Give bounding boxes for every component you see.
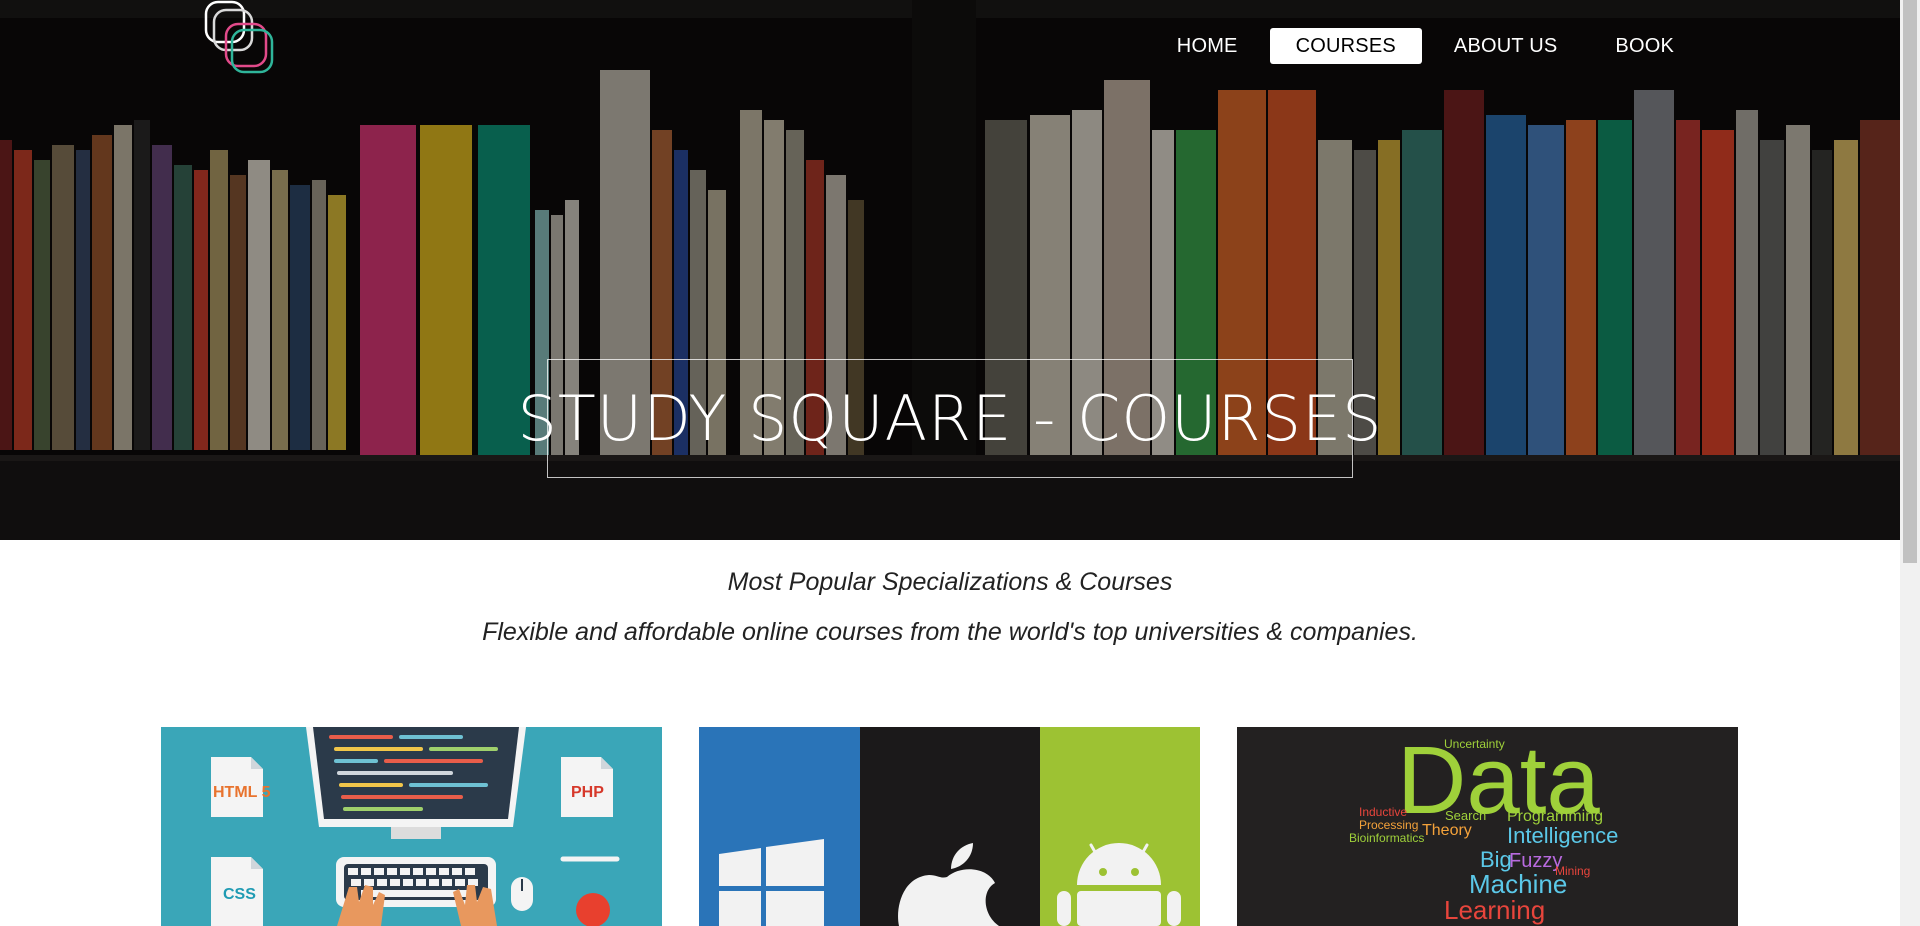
study-square-logo[interactable] bbox=[200, 0, 278, 74]
data-word-cloud-illustration: Data Uncertainty Inductive Processing Bi… bbox=[1237, 727, 1738, 926]
word-inductive: Inductive bbox=[1359, 805, 1407, 819]
css-label: CSS bbox=[223, 886, 256, 903]
html5-label: HTML 5 bbox=[213, 784, 271, 801]
nav-courses[interactable]: COURSES bbox=[1269, 28, 1422, 64]
word-intelligence: Intelligence bbox=[1507, 823, 1618, 848]
web-development-illustration: HTML 5 PHP CSS bbox=[161, 727, 662, 926]
course-card-data-science[interactable]: Data Uncertainty Inductive Processing Bi… bbox=[1237, 727, 1738, 926]
windows-icon bbox=[719, 839, 824, 926]
word-processing: Processing bbox=[1359, 818, 1418, 832]
scrollbar-thumb[interactable] bbox=[1903, 0, 1917, 563]
hero-title: STUDY SQUARE - COURSES bbox=[517, 382, 1383, 455]
platforms-illustration bbox=[699, 727, 1200, 926]
word-theory: Theory bbox=[1422, 822, 1472, 839]
nav-about-us[interactable]: ABOUT US bbox=[1428, 28, 1583, 64]
nav-home[interactable]: HOME bbox=[1151, 28, 1264, 64]
word-bioinformatics: Bioinformatics bbox=[1349, 831, 1424, 845]
main-nav: HOME COURSES ABOUT US BOOK bbox=[1145, 28, 1700, 64]
intro-heading: Most Popular Specializations & Courses bbox=[727, 568, 1173, 596]
intro-subheading: Flexible and affordable online courses f… bbox=[482, 618, 1418, 646]
nav-book[interactable]: BOOK bbox=[1589, 28, 1700, 64]
word-search: Search bbox=[1445, 808, 1486, 823]
word-uncertainty: Uncertainty bbox=[1444, 737, 1505, 751]
course-card-app-development[interactable] bbox=[699, 727, 1200, 926]
word-learning: Learning bbox=[1444, 895, 1545, 925]
php-label: PHP bbox=[571, 784, 604, 801]
hero-banner: HOME COURSES ABOUT US BOOK STUDY SQUARE … bbox=[0, 0, 1900, 540]
hero-title-frame: STUDY SQUARE - COURSES bbox=[518, 359, 1381, 478]
page-scrollbar[interactable] bbox=[1900, 0, 1920, 926]
course-card-web-development[interactable]: HTML 5 PHP CSS bbox=[161, 727, 662, 926]
